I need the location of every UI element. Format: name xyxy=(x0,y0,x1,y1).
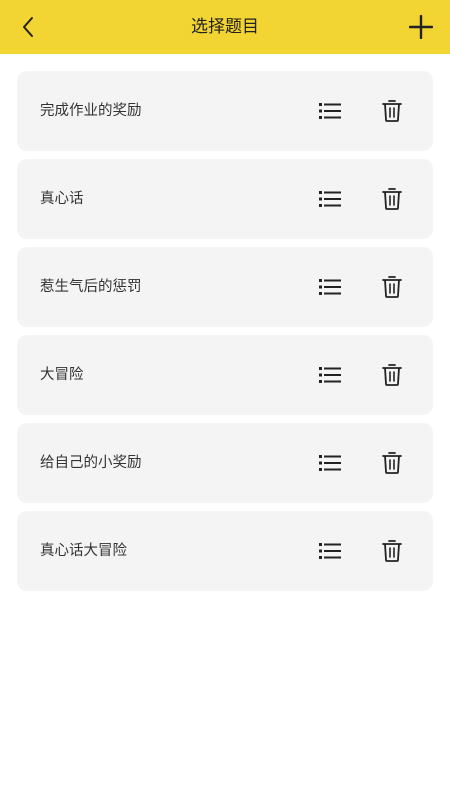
list-icon xyxy=(319,103,341,119)
topic-label: 完成作业的奖励 xyxy=(40,103,142,119)
list-icon xyxy=(319,367,341,383)
delete-button[interactable] xyxy=(379,185,405,213)
topic-card[interactable]: 真心话 xyxy=(17,159,433,239)
add-topic-button[interactable] xyxy=(406,12,436,42)
list-icon xyxy=(319,543,341,559)
view-items-button[interactable] xyxy=(317,98,343,124)
trash-icon xyxy=(382,540,402,562)
list-icon xyxy=(319,191,341,207)
delete-button[interactable] xyxy=(379,273,405,301)
topic-card[interactable]: 惹生气后的惩罚 xyxy=(17,247,433,327)
list-icon xyxy=(319,279,341,295)
trash-icon xyxy=(382,452,402,474)
trash-icon xyxy=(382,276,402,298)
trash-icon xyxy=(382,188,402,210)
topic-list: 完成作业的奖励 真心话 惹生气后的惩罚 大冒险 给自己的小奖励 真心话大冒险 xyxy=(17,71,433,599)
topic-label: 大冒险 xyxy=(40,367,84,383)
view-items-button[interactable] xyxy=(317,186,343,212)
trash-icon xyxy=(382,100,402,122)
delete-button[interactable] xyxy=(379,449,405,477)
view-items-button[interactable] xyxy=(317,362,343,388)
delete-button[interactable] xyxy=(379,537,405,565)
view-items-button[interactable] xyxy=(317,450,343,476)
topic-label: 真心话 xyxy=(40,191,84,207)
topic-label: 真心话大冒险 xyxy=(40,543,127,559)
delete-button[interactable] xyxy=(379,361,405,389)
topic-card[interactable]: 真心话大冒险 xyxy=(17,511,433,591)
trash-icon xyxy=(382,364,402,386)
page-title: 选择题目 xyxy=(191,17,259,37)
topic-label: 给自己的小奖励 xyxy=(40,455,142,471)
plus-icon xyxy=(409,15,433,39)
header-bar: 选择题目 xyxy=(0,0,450,54)
topic-card[interactable]: 完成作业的奖励 xyxy=(17,71,433,151)
view-items-button[interactable] xyxy=(317,538,343,564)
list-icon xyxy=(319,455,341,471)
topic-card[interactable]: 给自己的小奖励 xyxy=(17,423,433,503)
topic-card[interactable]: 大冒险 xyxy=(17,335,433,415)
topic-label: 惹生气后的惩罚 xyxy=(40,279,142,295)
view-items-button[interactable] xyxy=(317,274,343,300)
delete-button[interactable] xyxy=(379,97,405,125)
